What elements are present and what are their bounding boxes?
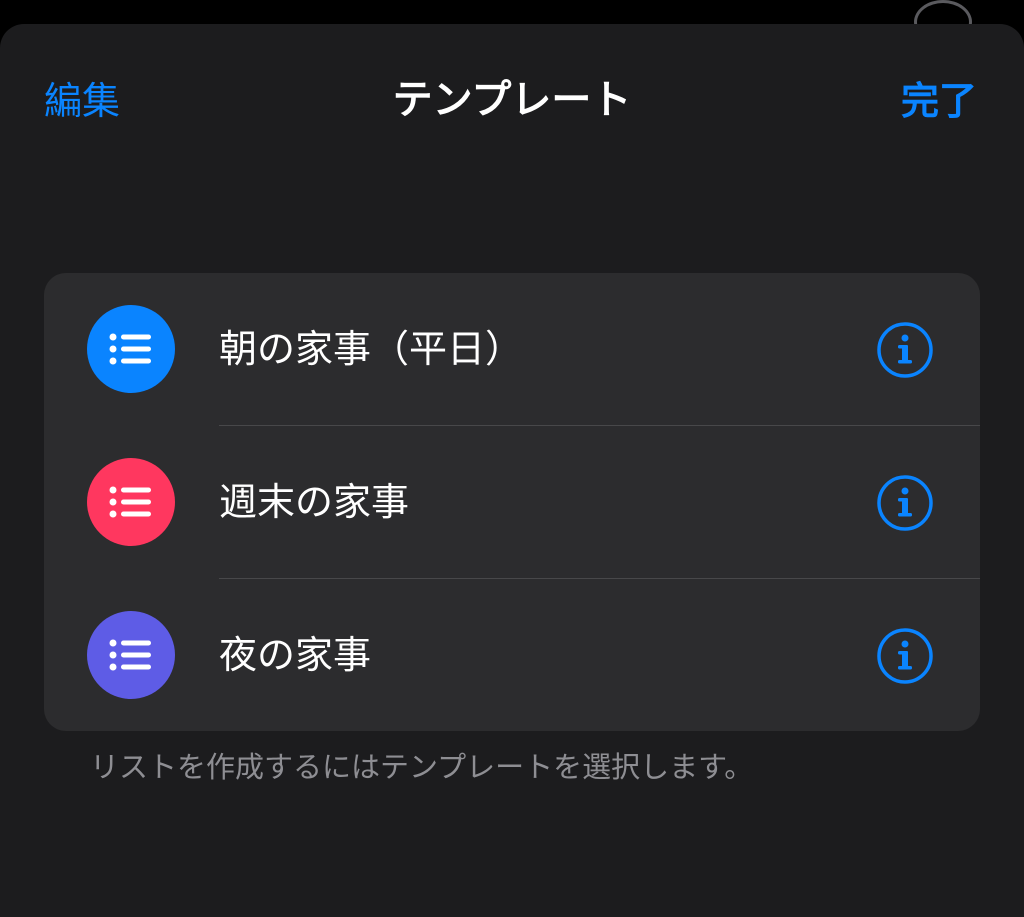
info-icon[interactable] <box>876 627 934 685</box>
screen: 編集 テンプレート 完了 朝の家事（平日） 週末の家事 夜の家事 リストを作成す… <box>0 0 1024 917</box>
template-row-morning[interactable]: 朝の家事（平日） <box>44 273 980 425</box>
list-icon <box>87 611 175 699</box>
template-row-weekend[interactable]: 週末の家事 <box>44 426 980 578</box>
template-label: 週末の家事 <box>219 480 410 524</box>
info-icon[interactable] <box>876 474 934 532</box>
template-row-night[interactable]: 夜の家事 <box>44 579 980 731</box>
list-icon <box>87 458 175 546</box>
info-icon[interactable] <box>876 321 934 379</box>
template-label: 夜の家事 <box>219 633 372 677</box>
page-title: テンプレート <box>392 77 632 123</box>
list-icon <box>87 305 175 393</box>
template-label: 朝の家事（平日） <box>219 327 524 371</box>
footer-hint: リストを作成するにはテンプレートを選択します。 <box>90 750 754 784</box>
template-list: 朝の家事（平日） 週末の家事 夜の家事 <box>44 273 980 731</box>
done-button[interactable]: 完了 <box>901 76 977 126</box>
